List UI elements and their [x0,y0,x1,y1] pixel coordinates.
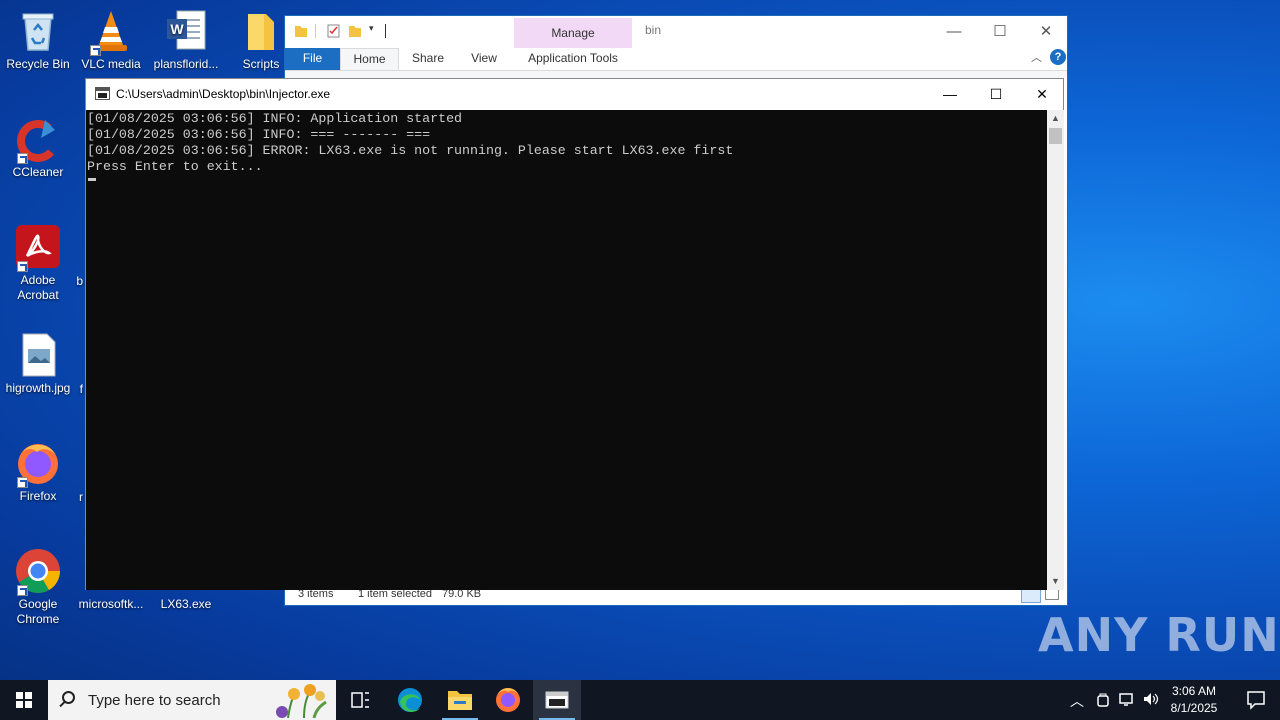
acrobat-icon [15,224,61,272]
desktop-icon-partial-label: b [76,274,83,288]
console-titlebar[interactable]: C:\Users\admin\Desktop\bin\Injector.exe … [86,79,1063,110]
search-placeholder: Type here to search [88,692,221,709]
svg-text:W: W [170,21,184,37]
clock-time: 3:06 AM [1171,684,1217,698]
taskbar-search-box[interactable]: Type here to search [48,680,336,720]
desktop-icon-partial-label: f [79,382,83,396]
system-clock[interactable]: 3:06 AM 8/1/2025 [1158,683,1230,717]
desktop-icon-label: Recycle Bin [6,57,70,71]
desktop-icon-label: plansflorid... [153,57,219,71]
taskbar-edge[interactable] [386,680,434,720]
show-hidden-icons-chevron-icon[interactable]: ︿ [1070,691,1084,720]
shortcut-arrow-icon [17,585,28,596]
chevron-down-icon[interactable]: ▾ [369,23,374,34]
shortcut-arrow-icon [17,153,28,164]
taskbar-firefox[interactable] [484,680,532,720]
minimize-button[interactable]: — [931,19,977,45]
tab-application-tools[interactable]: Application Tools [514,48,632,70]
scroll-up-icon[interactable]: ▲ [1047,110,1064,127]
shortcut-arrow-icon [17,477,28,488]
desktop-icon-partial-label: r [79,490,83,504]
search-highlight-flowers-icon [270,682,334,719]
ribbon-collapse-icon[interactable]: ︿ [1031,49,1042,65]
task-view-icon [351,692,369,708]
ribbon-tabs: File Home Share View Application Tools [285,48,1067,70]
desktop-icon-adobe-acrobat[interactable]: Adobe Acrobat [0,224,76,303]
console-line: [01/08/2025 03:06:56] ERROR: LX63.exe is… [87,143,734,158]
recycle-bin-icon [15,8,61,54]
windows-logo-icon [16,692,32,708]
maximize-button[interactable]: ☐ [977,19,1023,45]
search-icon [62,691,75,704]
desktop-icon-recycle-bin[interactable]: Recycle Bin [0,8,76,72]
close-button[interactable]: ✕ [1019,79,1065,109]
ribbon-body [285,70,1067,78]
clock-date: 8/1/2025 [1170,701,1218,715]
tab-file[interactable]: File [285,48,340,70]
scrollbar-thumb[interactable] [1049,128,1062,144]
properties-icon[interactable] [327,24,341,38]
desktop-icon-label: CCleaner [12,165,64,179]
taskbar: Type here to search ︿ 3:06 AM 8/1/2025 [0,680,1280,720]
close-button[interactable]: ✕ [1023,19,1069,45]
image-file-icon [15,332,61,378]
divider [315,24,316,38]
console-output[interactable]: [01/08/2025 03:06:56] INFO: Application … [86,110,1047,590]
taskbar-file-explorer[interactable] [436,680,484,720]
console-line: [01/08/2025 03:06:56] INFO: === ------- … [87,127,431,142]
word-document-icon: W [163,8,209,54]
desktop-icon-vlc[interactable]: VLC media [73,8,149,72]
action-center-button[interactable] [1232,680,1280,720]
edge-icon [398,688,422,712]
desktop-icon-google-chrome[interactable]: Google Chrome [0,548,76,627]
desktop-icon-word-doc[interactable]: W plansflorid... [148,8,224,72]
tab-home[interactable]: Home [340,48,399,70]
divider [385,24,386,38]
desktop-icon-label: VLC media [81,57,141,71]
console-line: [01/08/2025 03:06:56] INFO: Application … [87,111,463,126]
firefox-icon [496,688,520,712]
new-folder-icon[interactable] [348,24,362,38]
task-view-button[interactable] [336,680,384,720]
ccleaner-icon [15,116,61,164]
explorer-titlebar[interactable]: ▾ Manage bin — ☐ ✕ [285,16,1069,71]
taskbar-console[interactable] [533,680,581,720]
vlc-cone-icon [88,8,134,56]
desktop-icon-ccleaner[interactable]: CCleaner [0,116,76,180]
folder-icon [238,8,284,54]
console-line: Press Enter to exit... [87,159,263,174]
tab-view[interactable]: View [458,48,510,70]
scroll-down-icon[interactable]: ▼ [1047,573,1064,590]
shortcut-arrow-icon [17,261,28,272]
text-cursor [88,178,96,181]
shortcut-arrow-icon [90,45,101,56]
notification-icon [1247,691,1265,710]
firefox-icon [15,440,61,488]
start-button[interactable] [0,680,48,720]
window-title: C:\Users\admin\Desktop\bin\Injector.exe [116,87,331,101]
minimize-button[interactable]: — [927,79,973,109]
console-app-icon [545,691,569,709]
anyrun-watermark: ANY RUN [1038,608,1280,662]
desktop-icon-label: LX63.exe [160,597,212,611]
window-title: bin [645,23,662,37]
vertical-scrollbar[interactable]: ▲ ▼ [1047,110,1064,590]
desktop-icon-label: Google Chrome [16,597,60,626]
desktop-icon-label: microsoftk... [78,597,144,611]
network-icon[interactable] [1119,692,1135,720]
console-window[interactable]: C:\Users\admin\Desktop\bin\Injector.exe … [85,78,1064,590]
chrome-icon [15,548,61,596]
console-app-icon [95,87,110,100]
folder-icon [294,24,308,38]
maximize-button[interactable]: ☐ [973,79,1019,109]
help-icon[interactable]: ? [1050,49,1066,65]
security-tray-icon[interactable] [1096,692,1110,720]
file-explorer-icon [448,691,472,710]
tab-share[interactable]: Share [402,48,454,70]
